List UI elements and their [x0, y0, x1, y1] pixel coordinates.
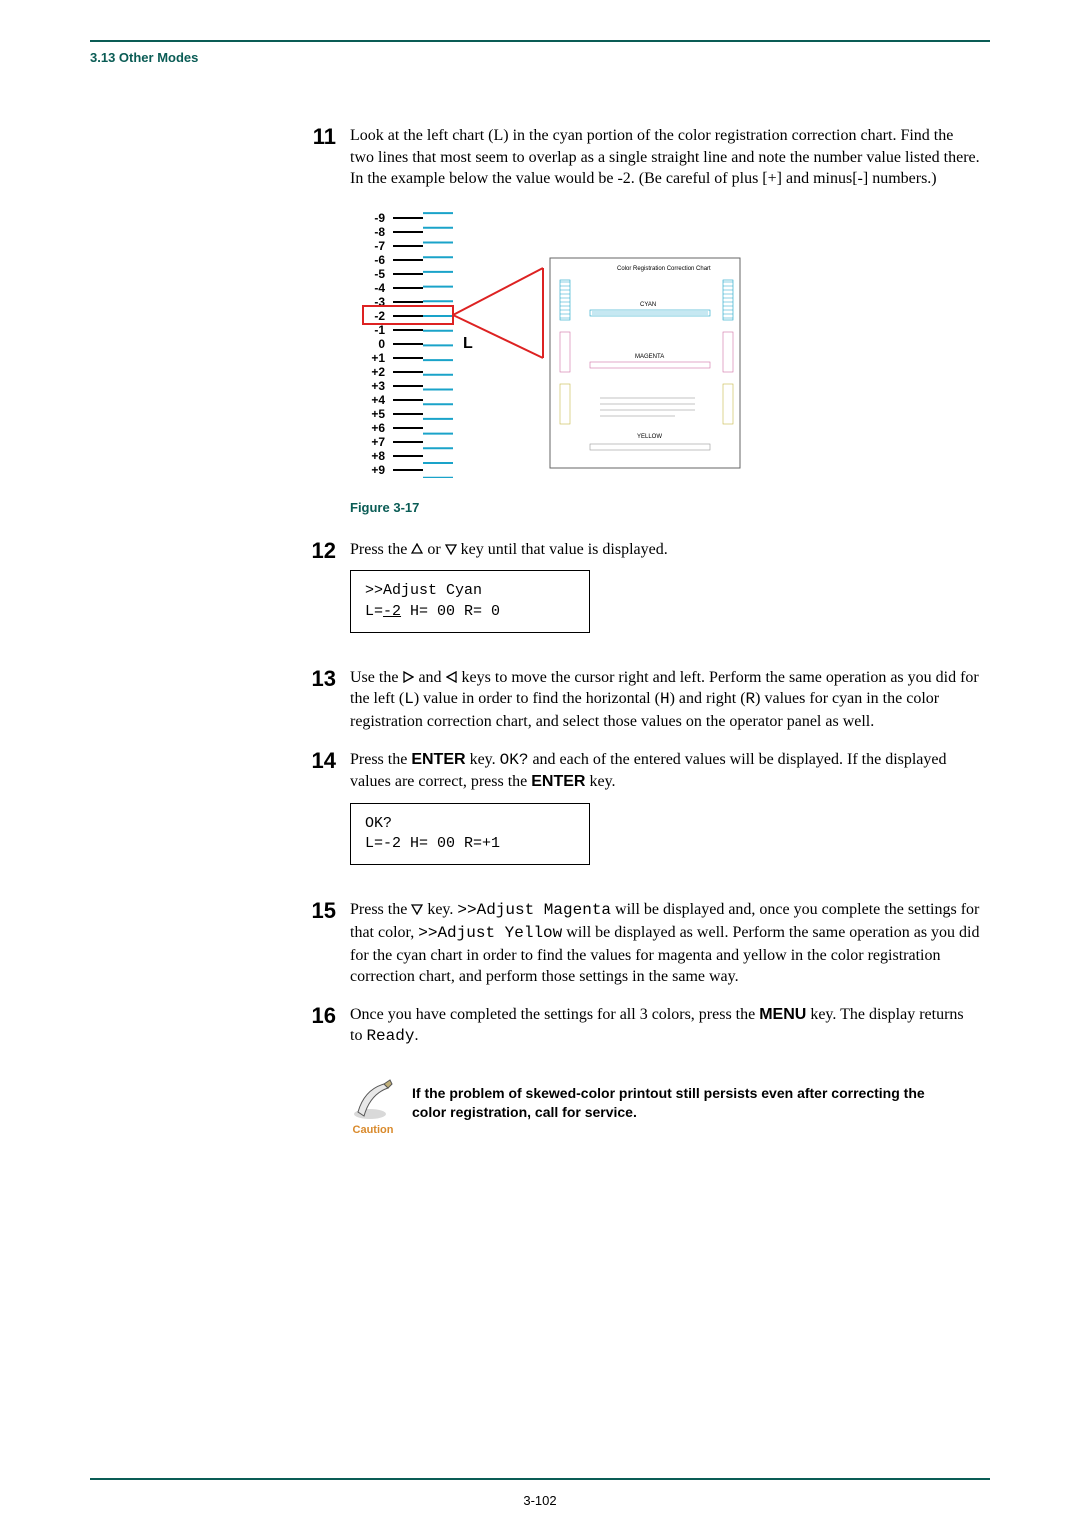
svg-text:YELLOW: YELLOW — [637, 434, 662, 440]
svg-text:-6: -6 — [374, 253, 385, 267]
svg-text:+3: +3 — [371, 379, 385, 393]
svg-text:+7: +7 — [371, 435, 385, 449]
text: key. — [423, 901, 457, 918]
svg-text:CYAN: CYAN — [640, 302, 656, 308]
step-15: 15 Press the key. >>Adjust Magenta will … — [290, 899, 980, 987]
step-14: 14 Press the ENTER key. OK? and each of … — [290, 749, 980, 884]
text: ) value in order to find the horizontal … — [414, 690, 660, 707]
code: >>Adjust Yellow — [418, 924, 562, 942]
svg-text:-8: -8 — [374, 225, 385, 239]
svg-text:-4: -4 — [374, 281, 385, 295]
text: Use the — [350, 669, 402, 686]
svg-text:+1: +1 — [371, 351, 385, 365]
step-number: 16 — [290, 1004, 350, 1028]
svg-text:+4: +4 — [371, 393, 385, 407]
code: >>Adjust Magenta — [457, 901, 611, 919]
step-12: 12 Press the or key until that value is … — [290, 539, 980, 651]
text: Press the — [350, 541, 411, 558]
caution-text: If the problem of skewed-color printout … — [412, 1078, 932, 1122]
left-triangle-icon — [446, 671, 458, 683]
text: or — [423, 541, 444, 558]
step-number: 12 — [290, 539, 350, 563]
figure-L-label: L — [463, 335, 473, 352]
caution-icon: Caution — [350, 1078, 396, 1136]
section-header: 3.13 Other Modes — [90, 50, 990, 65]
svg-text:-5: -5 — [374, 267, 385, 281]
footer-rule — [90, 1478, 990, 1480]
svg-text:+6: +6 — [371, 421, 385, 435]
caution-label: Caution — [353, 1124, 394, 1136]
code: OK? — [500, 751, 529, 769]
step-number: 11 — [290, 125, 350, 149]
text: key until that value is displayed. — [457, 541, 668, 558]
text: and — [414, 669, 445, 686]
text: Once you have completed the settings for… — [350, 1006, 759, 1023]
text: key. — [585, 773, 615, 790]
code: R — [746, 690, 756, 708]
step-16: 16 Once you have completed the settings … — [290, 1004, 980, 1048]
lcd-line: L=-2 H= 00 R=+1 — [365, 834, 575, 854]
caution-box: Caution If the problem of skewed-color p… — [350, 1078, 990, 1136]
svg-text:-2: -2 — [374, 309, 385, 323]
svg-text:+5: +5 — [371, 407, 385, 421]
page-number: 3-102 — [0, 1493, 1080, 1508]
mini-chart-title: Color Registration Correction Chart — [617, 266, 711, 272]
step-body: Press the or key until that value is dis… — [350, 539, 668, 651]
text: Press the — [350, 901, 411, 918]
lcd-panel: >>Adjust Cyan L=-2 H= 00 R= 0 — [350, 570, 590, 633]
step-body: Press the key. >>Adjust Magenta will be … — [350, 899, 980, 987]
figure-3-17: -9-8-7-6-5-4-3-2-10+1+2+3+4+5+6+7+8+9 L … — [90, 208, 990, 478]
step-body: Press the ENTER key. OK? and each of the… — [350, 749, 980, 884]
step-number: 15 — [290, 899, 350, 923]
key-label: ENTER — [411, 751, 465, 768]
code: H — [660, 690, 670, 708]
code: L — [404, 690, 414, 708]
right-triangle-icon — [402, 671, 414, 683]
step-11: 11 Look at the left chart (L) in the cya… — [290, 125, 980, 190]
step-number: 13 — [290, 667, 350, 691]
up-triangle-icon — [411, 543, 423, 555]
step-body: Use the and keys to move the cursor righ… — [350, 667, 980, 733]
text: Press the — [350, 751, 411, 768]
svg-text:-7: -7 — [374, 239, 385, 253]
down-triangle-icon — [445, 543, 457, 555]
lcd-line: L=-2 H= 00 R= 0 — [365, 602, 575, 622]
svg-text:+9: +9 — [371, 463, 385, 477]
key-label: ENTER — [531, 773, 585, 790]
text: . — [414, 1027, 418, 1044]
step-body: Look at the left chart (L) in the cyan p… — [350, 125, 980, 190]
step-body: Once you have completed the settings for… — [350, 1004, 980, 1048]
svg-text:-1: -1 — [374, 323, 385, 337]
text: ) and right ( — [670, 690, 746, 707]
lcd-line: OK? — [365, 814, 575, 834]
svg-text:MAGENTA: MAGENTA — [635, 354, 664, 360]
svg-text:0: 0 — [378, 337, 385, 351]
key-label: MENU — [759, 1006, 806, 1023]
svg-text:-9: -9 — [374, 211, 385, 225]
lcd-line: >>Adjust Cyan — [365, 581, 575, 601]
svg-text:+2: +2 — [371, 365, 385, 379]
step-number: 14 — [290, 749, 350, 773]
down-triangle-icon — [411, 903, 423, 915]
figure-caption: Figure 3-17 — [350, 500, 990, 515]
lcd-panel: OK? L=-2 H= 00 R=+1 — [350, 803, 590, 866]
text: key. — [466, 751, 500, 768]
svg-text:+8: +8 — [371, 449, 385, 463]
code: Ready — [366, 1027, 414, 1045]
step-13: 13 Use the and keys to move the cursor r… — [290, 667, 980, 733]
